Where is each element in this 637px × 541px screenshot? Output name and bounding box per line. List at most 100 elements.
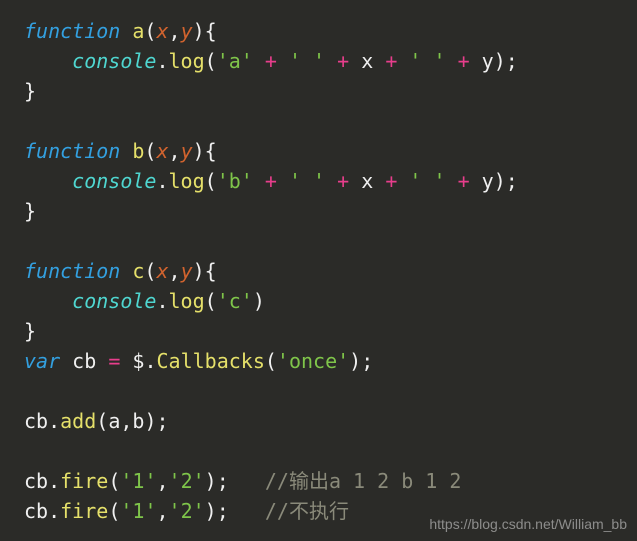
ref-x: x [361, 169, 373, 193]
paren: ( [265, 349, 277, 373]
plus-op: + [337, 49, 349, 73]
keyword-var: var [24, 349, 60, 373]
dot: . [48, 499, 60, 523]
paren: ) [494, 49, 506, 73]
keyword-function: function [24, 259, 120, 283]
arg-a: a [108, 409, 120, 433]
semicolon: ; [506, 49, 518, 73]
dot: . [156, 289, 168, 313]
paren: ( [205, 289, 217, 313]
dot: . [48, 409, 60, 433]
equals-op: = [108, 349, 120, 373]
paren: ){ [193, 259, 217, 283]
callbacks-method: Callbacks [157, 349, 265, 373]
comma: , [156, 499, 168, 523]
brace: } [24, 79, 36, 103]
keyword-function: function [24, 19, 120, 43]
string-space: ' ' [289, 169, 325, 193]
ref-y: y [482, 169, 494, 193]
paren: ) [144, 409, 156, 433]
dollar-jquery: $ [132, 349, 144, 373]
add-method: add [60, 409, 96, 433]
param-y: y [181, 259, 193, 283]
string-space: ' ' [409, 49, 445, 73]
comma: , [156, 469, 168, 493]
semicolon: ; [361, 349, 373, 373]
paren: ) [253, 289, 265, 313]
param-y: y [181, 139, 193, 163]
var-cb: cb [72, 349, 96, 373]
paren: ){ [193, 19, 217, 43]
dot: . [144, 349, 156, 373]
paren: ( [108, 499, 120, 523]
fn-name-b: b [132, 139, 144, 163]
semicolon: ; [217, 499, 229, 523]
watermark: https://blog.csdn.net/William_bb [429, 514, 627, 535]
plus-op: + [337, 169, 349, 193]
plus-op: + [265, 49, 277, 73]
brace: } [24, 199, 36, 223]
comment-output: //输出a 1 2 b 1 2 [265, 469, 462, 493]
fn-name-c: c [132, 259, 144, 283]
comma: , [169, 19, 181, 43]
string-a: 'a' [217, 49, 253, 73]
arg-b: b [132, 409, 144, 433]
string-2: '2' [169, 499, 205, 523]
paren: ( [205, 49, 217, 73]
string-1: '1' [120, 469, 156, 493]
param-x: x [156, 19, 168, 43]
semicolon: ; [217, 469, 229, 493]
param-x: x [156, 259, 168, 283]
comment-noexec: //不执行 [265, 499, 349, 523]
string-once: 'once' [277, 349, 349, 373]
paren: ( [205, 169, 217, 193]
param-x: x [156, 139, 168, 163]
plus-op: + [385, 169, 397, 193]
string-space: ' ' [409, 169, 445, 193]
string-space: ' ' [289, 49, 325, 73]
paren: ( [144, 19, 156, 43]
string-b: 'b' [217, 169, 253, 193]
log-method: log [169, 49, 205, 73]
comma: , [169, 139, 181, 163]
fire-method: fire [60, 469, 108, 493]
dot: . [156, 169, 168, 193]
paren: ) [205, 469, 217, 493]
var-cb: cb [24, 499, 48, 523]
keyword-function: function [24, 139, 120, 163]
paren: ) [494, 169, 506, 193]
comma: , [120, 409, 132, 433]
string-2: '2' [169, 469, 205, 493]
paren: ( [96, 409, 108, 433]
plus-op: + [385, 49, 397, 73]
paren: ) [349, 349, 361, 373]
plus-op: + [458, 49, 470, 73]
dot: . [156, 49, 168, 73]
fire-method: fire [60, 499, 108, 523]
plus-op: + [458, 169, 470, 193]
ref-y: y [482, 49, 494, 73]
console-obj: console [72, 289, 156, 313]
dot: . [48, 469, 60, 493]
comma: , [169, 259, 181, 283]
log-method: log [169, 289, 205, 313]
semicolon: ; [157, 409, 169, 433]
console-obj: console [72, 169, 156, 193]
code-block: function a(x,y){ console.log('a' + ' ' +… [0, 0, 637, 526]
param-y: y [181, 19, 193, 43]
paren: ( [144, 139, 156, 163]
brace: } [24, 319, 36, 343]
string-c: 'c' [217, 289, 253, 313]
ref-x: x [361, 49, 373, 73]
var-cb: cb [24, 409, 48, 433]
semicolon: ; [506, 169, 518, 193]
string-1: '1' [120, 499, 156, 523]
paren: ){ [193, 139, 217, 163]
paren: ( [108, 469, 120, 493]
var-cb: cb [24, 469, 48, 493]
console-obj: console [72, 49, 156, 73]
paren: ( [144, 259, 156, 283]
paren: ) [205, 499, 217, 523]
plus-op: + [265, 169, 277, 193]
log-method: log [169, 169, 205, 193]
